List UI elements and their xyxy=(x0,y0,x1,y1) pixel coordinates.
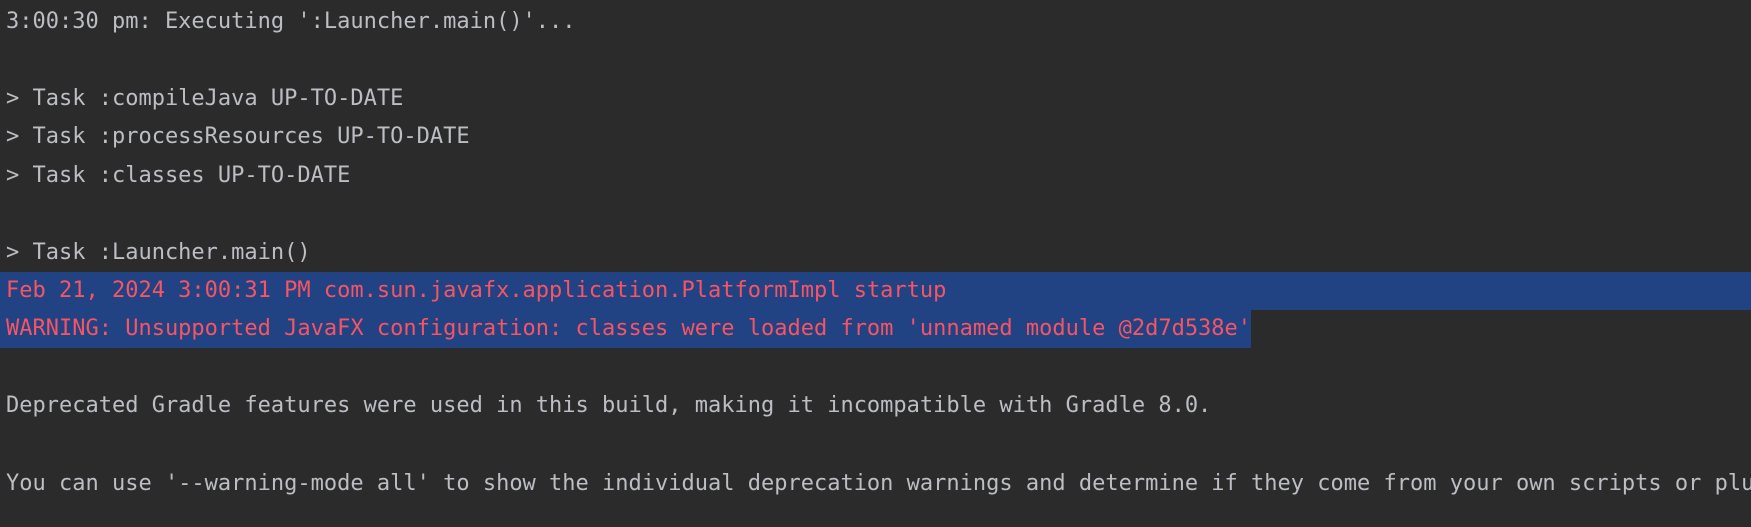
console-line-task-compile-java: > Task :compileJava UP-TO-DATE xyxy=(6,86,404,111)
console-line-task-classes: > Task :classes UP-TO-DATE xyxy=(6,163,351,188)
console-line-task-process-resources: > Task :processResources UP-TO-DATE xyxy=(6,124,470,149)
console-line-task-launcher-main: > Task :Launcher.main() xyxy=(6,240,311,265)
run-console-output[interactable]: 3:00:30 pm: Executing ':Launcher.main()'… xyxy=(0,0,1751,527)
console-line-deprecated-features: Deprecated Gradle features were used in … xyxy=(6,393,1212,418)
console-line-platform-startup-selected: Feb 21, 2024 3:00:31 PM com.sun.javafx.a… xyxy=(0,272,1751,310)
console-line-warning-mode-hint: You can use '--warning-mode all' to show… xyxy=(6,471,1751,496)
console-line-javafx-warning-selected: WARNING: Unsupported JavaFX configuratio… xyxy=(0,310,1252,348)
console-line-executing: 3:00:30 pm: Executing ':Launcher.main()'… xyxy=(6,9,576,34)
